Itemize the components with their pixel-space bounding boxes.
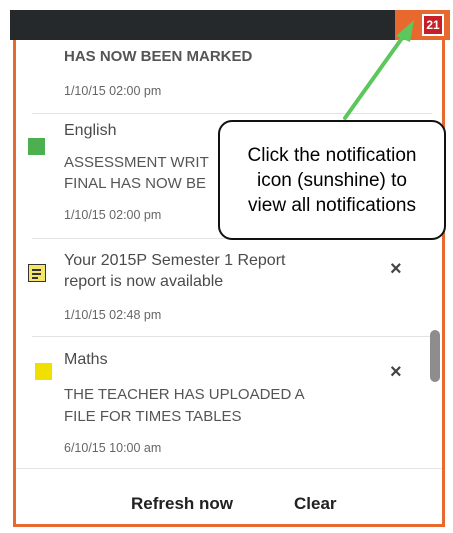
pointer-arrow-icon bbox=[343, 20, 414, 120]
